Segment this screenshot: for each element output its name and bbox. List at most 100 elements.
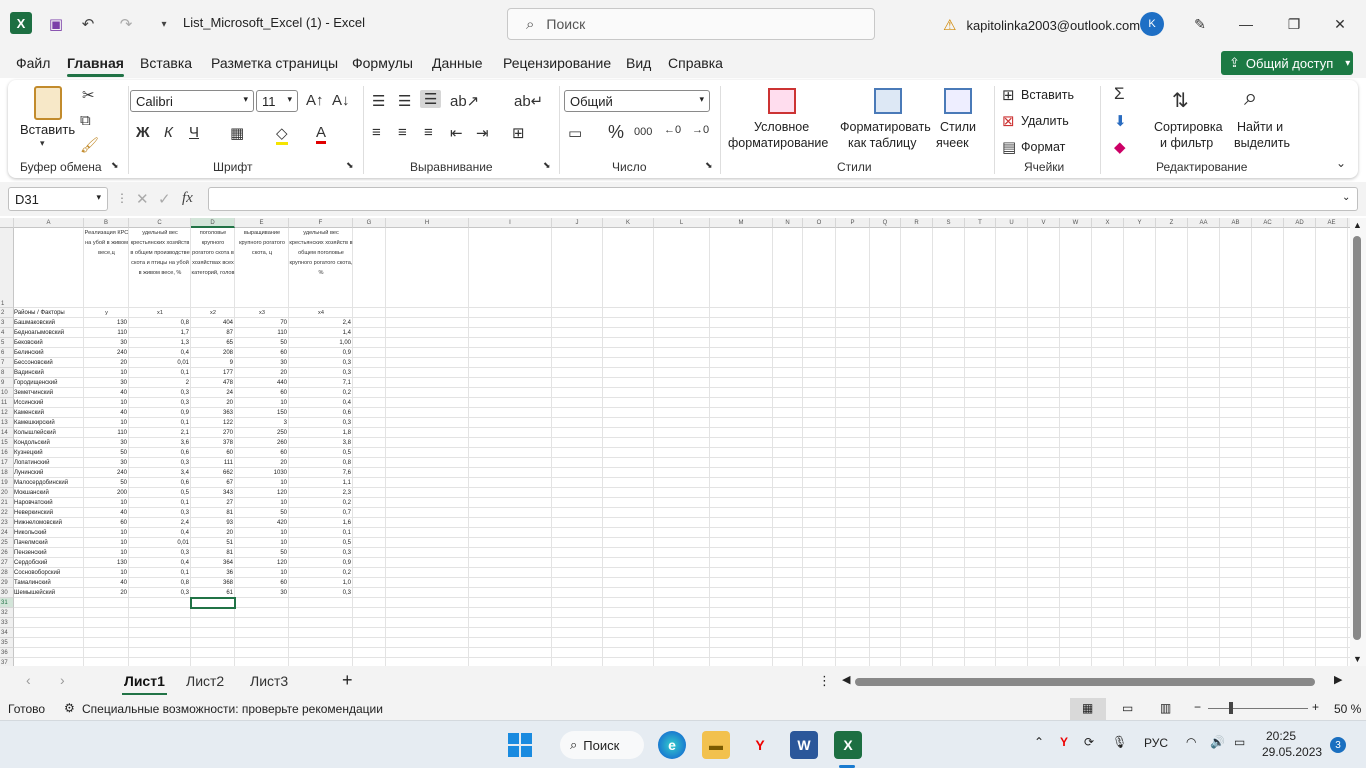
normal-view-button[interactable]: ▦ (1070, 698, 1106, 720)
redo-icon[interactable]: ↷ (110, 8, 142, 40)
column-header[interactable]: L (654, 218, 710, 228)
scroll-up-icon[interactable]: ▲ (1353, 220, 1362, 230)
data-cell[interactable]: 0,1 (129, 418, 191, 428)
row-header[interactable]: 14 (0, 428, 14, 438)
decrease-indent-icon[interactable]: ⇤ (450, 124, 463, 142)
district-name[interactable]: Районы / Факторы (14, 308, 84, 318)
data-cell[interactable]: 240 (84, 348, 129, 358)
district-name[interactable]: Каменский (14, 408, 84, 418)
font-color-icon[interactable]: A (316, 124, 327, 144)
column-header[interactable]: F (289, 218, 353, 228)
data-cell[interactable]: 7,1 (289, 378, 353, 388)
data-cell[interactable]: x3 (235, 308, 289, 318)
data-cell[interactable]: 50 (235, 508, 289, 518)
conditional-formatting-icon[interactable] (768, 88, 796, 114)
column-header[interactable]: Y (1124, 218, 1156, 228)
data-cell[interactable]: 364 (191, 558, 235, 568)
data-cell[interactable]: 10 (84, 368, 129, 378)
column-header[interactable]: U (996, 218, 1028, 228)
volume-icon[interactable]: 🔊 (1210, 735, 1225, 749)
column-header[interactable]: P (836, 218, 870, 228)
zoom-slider[interactable] (1208, 708, 1308, 709)
data-cell[interactable]: 10 (84, 548, 129, 558)
align-bottom-icon[interactable]: ☰ (420, 90, 442, 108)
data-cell[interactable]: 60 (235, 578, 289, 588)
data-cell[interactable]: 0,1 (129, 368, 191, 378)
data-cell[interactable]: 130 (84, 318, 129, 328)
row-header[interactable]: 11 (0, 398, 14, 408)
selected-cell[interactable] (190, 597, 236, 609)
align-left-icon[interactable]: ≡ (372, 124, 381, 141)
data-cell[interactable]: 10 (84, 568, 129, 578)
data-cell[interactable]: 0,01 (129, 358, 191, 368)
row-header[interactable]: 10 (0, 388, 14, 398)
data-cell[interactable]: 0,1 (289, 528, 353, 538)
data-cell[interactable]: 378 (191, 438, 235, 448)
data-cell[interactable]: 20 (84, 358, 129, 368)
underline-button[interactable]: Ч (189, 124, 199, 141)
data-cell[interactable]: 30 (235, 588, 289, 598)
file-explorer-icon[interactable]: ▬ (702, 731, 730, 759)
column-header[interactable]: G (353, 218, 386, 228)
format-cells-icon[interactable]: ▤ (1002, 138, 1016, 156)
data-cell[interactable]: 87 (191, 328, 235, 338)
data-cell[interactable]: 0,6 (289, 408, 353, 418)
pen-icon[interactable]: ✎ (1180, 10, 1220, 38)
data-cell[interactable]: 0,5 (289, 448, 353, 458)
data-cell[interactable]: 20 (235, 458, 289, 468)
district-name[interactable]: Тамалинский (14, 578, 84, 588)
column-header[interactable]: N (773, 218, 803, 228)
data-cell[interactable]: 1,8 (289, 428, 353, 438)
column-header[interactable]: D (191, 218, 235, 228)
data-cell[interactable]: 0,9 (289, 348, 353, 358)
data-cell[interactable]: 93 (191, 518, 235, 528)
tab-help[interactable]: Справка (668, 55, 723, 71)
data-cell[interactable]: 2 (129, 378, 191, 388)
name-box[interactable]: D31 ▾ (8, 187, 108, 211)
insert-cells-icon[interactable]: ⊞ (1002, 86, 1015, 104)
data-cell[interactable]: 10 (235, 528, 289, 538)
data-cell[interactable]: 36 (191, 568, 235, 578)
battery-icon[interactable]: ▭ (1234, 735, 1245, 749)
dialog-launcher-icon[interactable]: ⬊ (346, 160, 354, 171)
wifi-icon[interactable]: ◠ (1186, 735, 1196, 749)
data-cell[interactable]: 81 (191, 548, 235, 558)
number-format-select[interactable]: Общий ▾ (564, 90, 710, 112)
prev-sheet-icon[interactable]: ‹ (26, 672, 31, 688)
data-cell[interactable]: 662 (191, 468, 235, 478)
district-name[interactable]: Бедноагымовский (14, 328, 84, 338)
column-header[interactable]: Q (870, 218, 901, 228)
data-cell[interactable]: 0,4 (129, 558, 191, 568)
vertical-scrollbar[interactable]: ▲ ▼ (1350, 218, 1366, 668)
district-name[interactable]: Сосновоборский (14, 568, 84, 578)
column-header[interactable]: J (552, 218, 603, 228)
accounting-format-icon[interactable]: ▭ (568, 124, 582, 142)
data-cell[interactable]: 260 (235, 438, 289, 448)
row-header[interactable]: 24 (0, 528, 14, 538)
scroll-down-icon[interactable]: ▼ (1353, 654, 1362, 664)
district-name[interactable]: Лопатинский (14, 458, 84, 468)
data-cell[interactable]: 1,00 (289, 338, 353, 348)
increase-decimal-icon[interactable]: ←0 (664, 124, 681, 136)
data-cell[interactable]: 0,4 (129, 348, 191, 358)
data-cell[interactable]: 81 (191, 508, 235, 518)
data-cell[interactable]: 0,4 (289, 398, 353, 408)
column-header[interactable]: O (803, 218, 836, 228)
horizontal-scroll-thumb[interactable] (855, 678, 1315, 686)
column-header[interactable]: E (235, 218, 289, 228)
font-name-select[interactable]: Calibri ▾ (130, 90, 254, 112)
data-cell[interactable]: 10 (84, 418, 129, 428)
scroll-right-icon[interactable]: ▶ (1334, 673, 1342, 686)
data-cell[interactable]: 0,3 (129, 458, 191, 468)
row-header[interactable]: 35 (0, 638, 14, 648)
column-header[interactable]: AD (1284, 218, 1316, 228)
chevron-down-icon[interactable]: ▾ (40, 138, 45, 149)
data-cell[interactable]: 20 (191, 398, 235, 408)
district-name[interactable]: Никольский (14, 528, 84, 538)
minimize-button[interactable]: — (1226, 10, 1266, 38)
data-cell[interactable]: 3 (235, 418, 289, 428)
data-cell[interactable]: x1 (129, 308, 191, 318)
italic-button[interactable]: К (164, 124, 173, 141)
format-painter-icon[interactable]: 🖌 (80, 136, 99, 154)
spreadsheet-grid[interactable]: ABCDEFGHIJKLMNOPQRSTUVWXYZAAABACADAEAF12… (0, 218, 1350, 666)
